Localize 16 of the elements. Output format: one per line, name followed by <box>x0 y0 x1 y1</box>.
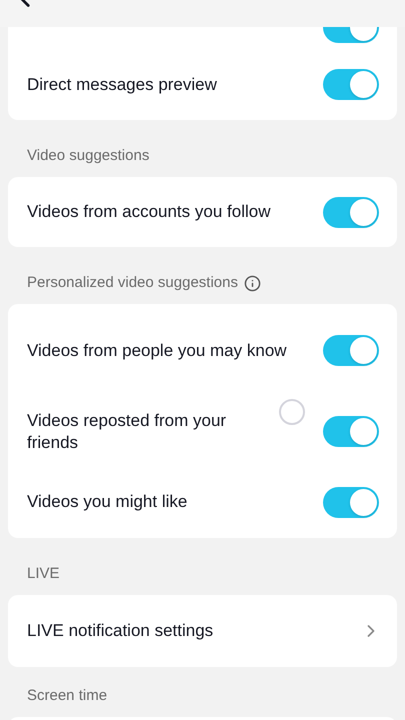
section-label: Personalized video suggestions <box>27 273 238 293</box>
toggle-switch[interactable] <box>323 486 379 518</box>
setting-label: Videos reposted from your friends <box>27 410 228 454</box>
toggle-switch[interactable] <box>323 416 379 447</box>
toggle-switch[interactable] <box>323 335 379 366</box>
section-label: LIVE <box>27 564 60 584</box>
setting-label: Videos you might like <box>27 491 188 513</box>
setting-label: Videos from people you may know <box>27 340 288 362</box>
setting-label: Direct messages preview <box>27 74 218 96</box>
toggle-switch[interactable] <box>323 196 379 228</box>
toggle-switch[interactable] <box>323 69 379 100</box>
info-icon[interactable] <box>244 275 261 292</box>
setting-label: LIVE notification settings <box>27 620 214 642</box>
setting-label: Videos from accounts you follow <box>27 201 272 223</box>
section-label: Video suggestions <box>27 146 150 166</box>
section-label: Screen time <box>27 686 108 706</box>
